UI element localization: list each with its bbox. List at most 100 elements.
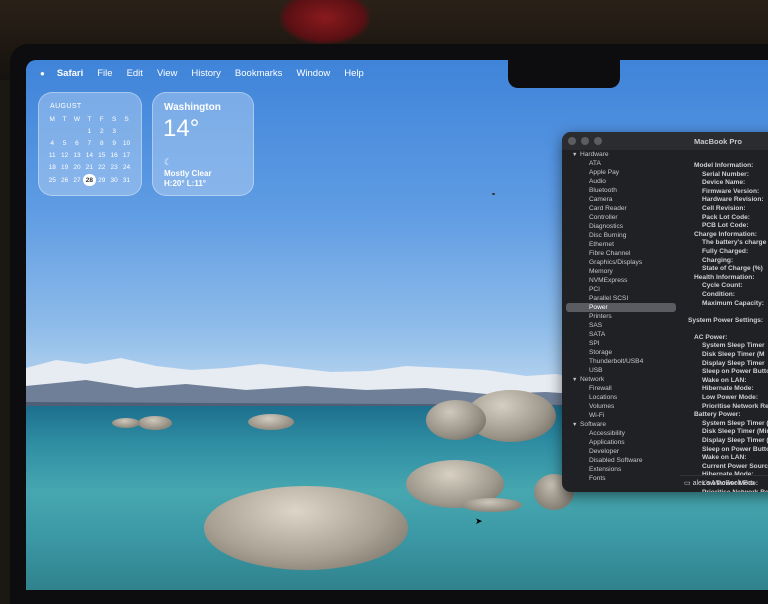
detail-row: Wake on LAN: bbox=[702, 376, 747, 384]
weekday-label: W bbox=[73, 115, 81, 123]
disclosure-triangle-icon[interactable]: ▼ bbox=[572, 376, 580, 385]
sidebar-item[interactable]: Storage bbox=[562, 348, 680, 357]
calendar-day: 25 bbox=[48, 176, 56, 184]
sidebar-item[interactable]: Graphics/Displays bbox=[562, 258, 680, 267]
sidebar-item[interactable]: Firewall bbox=[562, 384, 680, 393]
calendar-day: 29 bbox=[98, 176, 106, 184]
sidebar-item[interactable]: Card Reader bbox=[562, 204, 680, 213]
calendar-day: 6 bbox=[75, 139, 79, 147]
sidebar-item[interactable]: Controller bbox=[562, 213, 680, 222]
sidebar-item[interactable]: Apple Pay bbox=[562, 168, 680, 177]
weather-widget[interactable]: Washington 14° ☾ Mostly Clear H:20° L:11… bbox=[152, 92, 254, 196]
sidebar-item[interactable]: Power bbox=[566, 303, 676, 312]
detail-row: Battery Power: bbox=[694, 411, 741, 419]
menu-window[interactable]: Window bbox=[296, 68, 330, 79]
calendar-day: 5 bbox=[62, 139, 67, 147]
system-information-window[interactable]: MacBook Pro ▼ Hardware ATA Apple Pay Audio Bl… bbox=[562, 132, 768, 492]
menu-history[interactable]: History bbox=[191, 68, 221, 79]
sidebar-item[interactable]: Memory bbox=[562, 267, 680, 276]
detail-row: Charge Information: bbox=[694, 230, 758, 238]
sidebar-label: Ethernet bbox=[589, 241, 614, 248]
menu-view[interactable]: View bbox=[157, 68, 177, 79]
sidebar-item[interactable]: Locations bbox=[562, 393, 680, 402]
calendar-day: 1 bbox=[87, 127, 92, 135]
sidebar-category[interactable]: ▼ Network bbox=[562, 375, 680, 384]
detail-row: Hibernate Mode: bbox=[702, 385, 754, 393]
calendar-widget[interactable]: AUGUST M T W T F S S 1 2 3 4 5 6 7 8 9 1… bbox=[38, 92, 142, 196]
sidebar-item[interactable]: Bluetooth bbox=[562, 186, 680, 195]
sidebar-item[interactable]: Printers bbox=[562, 312, 680, 321]
calendar-day: 26 bbox=[60, 176, 69, 184]
sidebar-category[interactable]: ▼ Software bbox=[562, 420, 680, 429]
calendar-grid: M T W T F S S 1 2 3 4 5 6 7 8 9 10 11 12… bbox=[46, 113, 133, 187]
detail-row: Sleep on Power Butto bbox=[702, 445, 768, 453]
sidebar-item[interactable]: Disc Burning bbox=[562, 231, 680, 240]
sidebar-item[interactable]: Applications bbox=[562, 438, 680, 447]
sidebar-label: Disabled Software bbox=[589, 457, 643, 464]
sidebar-item[interactable]: Ethernet bbox=[562, 240, 680, 249]
detail-row: Cycle Count: bbox=[702, 282, 743, 290]
sidebar-item[interactable]: Thunderbolt/USB4 bbox=[562, 357, 680, 366]
sidebar-item[interactable]: SATA bbox=[562, 330, 680, 339]
calendar-day: 8 bbox=[99, 139, 104, 147]
calendar-day bbox=[71, 125, 83, 137]
sidebar-item[interactable]: Parallel SCSI bbox=[562, 294, 680, 303]
sidebar-item[interactable]: Fonts bbox=[562, 474, 680, 483]
sidebar-label: Power bbox=[589, 304, 608, 311]
sidebar-label: Card Reader bbox=[589, 205, 627, 212]
menu-edit[interactable]: Edit bbox=[127, 68, 143, 79]
sidebar-item[interactable]: ATA bbox=[562, 159, 680, 168]
bird bbox=[492, 193, 495, 195]
sidebar-item[interactable]: Fibre Channel bbox=[562, 249, 680, 258]
weather-condition: Mostly Clear bbox=[164, 169, 212, 178]
window-titlebar[interactable]: MacBook Pro bbox=[562, 132, 768, 150]
disclosure-triangle-icon[interactable]: ▼ bbox=[572, 421, 580, 430]
menu-app-name[interactable]: Safari bbox=[57, 68, 83, 79]
calendar-day: 16 bbox=[110, 152, 118, 160]
menu-file[interactable]: File bbox=[97, 68, 112, 79]
sidebar-item[interactable]: Extensions bbox=[562, 465, 680, 474]
sidebar-item[interactable]: Developer bbox=[562, 447, 680, 456]
sidebar-item[interactable]: Wi-Fi bbox=[562, 411, 680, 420]
sidebar-item[interactable]: Camera bbox=[562, 195, 680, 204]
sidebar-item[interactable]: NVMExpress bbox=[562, 276, 680, 285]
sidebar-item[interactable]: Accessibility bbox=[562, 429, 680, 438]
sidebar-item[interactable]: Audio bbox=[562, 177, 680, 186]
rock bbox=[426, 400, 486, 440]
sidebar-item[interactable]: Disabled Software bbox=[562, 456, 680, 465]
calendar-day: 20 bbox=[73, 164, 81, 172]
detail-row: PCB Lot Code: bbox=[702, 222, 749, 230]
computer-icon: ▭ bbox=[684, 480, 693, 487]
detail-row: Prioritise Network Re bbox=[702, 402, 768, 410]
apple-menu-icon[interactable]: ● bbox=[40, 69, 45, 78]
minimize-button[interactable] bbox=[581, 137, 589, 145]
background-object bbox=[280, 0, 370, 44]
calendar-day bbox=[58, 125, 70, 137]
sidebar-label: SPI bbox=[589, 340, 600, 347]
sidebar-item[interactable]: Diagnostics bbox=[562, 222, 680, 231]
sidebar-category[interactable]: ▼ Hardware bbox=[562, 150, 680, 159]
detail-row bbox=[688, 308, 768, 317]
sidebar-item[interactable]: SAS bbox=[562, 321, 680, 330]
close-button[interactable] bbox=[568, 137, 576, 145]
detail-row: State of Charge (%) bbox=[702, 265, 763, 273]
sidebar-item[interactable]: PCI bbox=[562, 285, 680, 294]
sidebar-label: Graphics/Displays bbox=[589, 259, 643, 266]
sidebar-item[interactable]: SPI bbox=[562, 339, 680, 348]
detail-row: Device Name: bbox=[702, 179, 746, 187]
zoom-button[interactable] bbox=[594, 137, 602, 145]
sidebar-item[interactable]: USB bbox=[562, 366, 680, 375]
detail-row: Disk Sleep Timer (Min bbox=[702, 428, 768, 436]
calendar-day: 21 bbox=[85, 164, 93, 172]
detail-row: Model Information: bbox=[694, 162, 754, 169]
calendar-day: 23 bbox=[110, 164, 118, 172]
sidebar-label: Fibre Channel bbox=[589, 250, 631, 257]
sidebar-label: Memory bbox=[589, 268, 613, 275]
menu-help[interactable]: Help bbox=[344, 68, 364, 79]
sidebar-item[interactable]: Volumes bbox=[562, 402, 680, 411]
calendar-today: 28 bbox=[83, 173, 96, 187]
disclosure-triangle-icon[interactable]: ▼ bbox=[572, 151, 580, 160]
menu-bookmarks[interactable]: Bookmarks bbox=[235, 68, 283, 79]
detail-row: Sleep on Power Butto bbox=[702, 368, 768, 376]
sidebar: ▼ Hardware ATA Apple Pay Audio Bluetooth Camer… bbox=[562, 150, 680, 492]
